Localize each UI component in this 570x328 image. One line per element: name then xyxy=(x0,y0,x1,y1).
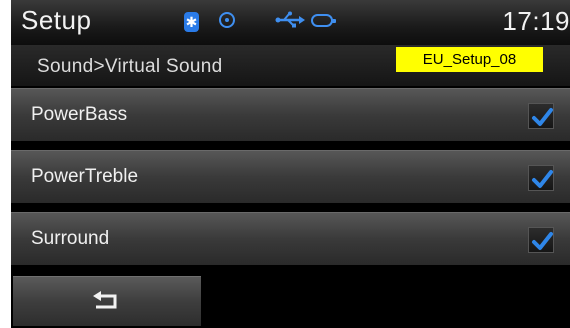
list-item-surround[interactable]: Surround xyxy=(11,212,570,265)
surround-checkbox[interactable] xyxy=(528,227,554,253)
checkmark-icon xyxy=(532,170,553,188)
breadcrumb: Sound>Virtual Sound xyxy=(37,56,223,77)
checkmark-icon xyxy=(532,232,553,250)
list-item-label: PowerBass xyxy=(31,104,128,125)
screen-title: Setup xyxy=(21,5,92,35)
back-button[interactable] xyxy=(13,276,201,326)
checkmark-icon xyxy=(532,108,553,126)
list-item-label: PowerTreble xyxy=(31,166,139,187)
powertreble-checkbox[interactable] xyxy=(528,165,554,191)
head-unit-screen: Setup ✱ 17:19 Sound>Virtual Sound EU_Set… xyxy=(11,0,570,328)
list-item-powerbass[interactable]: PowerBass xyxy=(11,88,570,141)
disc-icon xyxy=(219,12,235,28)
screen-id-tag: EU_Setup_08 xyxy=(396,47,543,72)
status-bar: Setup ✱ 17:19 xyxy=(11,0,570,45)
back-arrow-icon xyxy=(93,291,117,309)
bluetooth-icon: ✱ xyxy=(184,12,199,32)
list-item-powertreble[interactable]: PowerTreble xyxy=(11,150,570,203)
usb-icon xyxy=(275,9,307,31)
list-item-label: Surround xyxy=(31,228,110,249)
ipod-icon xyxy=(311,14,336,27)
clock: 17:19 xyxy=(502,6,570,36)
powerbass-checkbox[interactable] xyxy=(528,103,554,129)
